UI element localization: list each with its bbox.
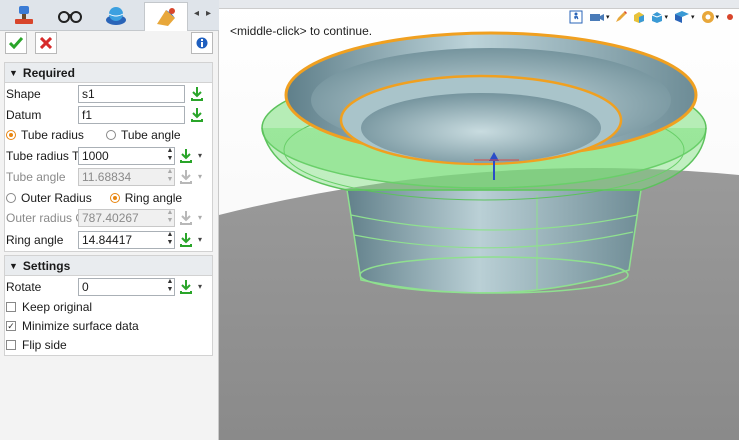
shape-field[interactable]: s1 xyxy=(78,85,185,103)
ring-option-row: Outer Radius Ring angle xyxy=(6,188,182,208)
tube-option-row: Tube radius Tube angle xyxy=(6,125,181,145)
settings-gear-icon[interactable] xyxy=(701,10,715,24)
chevron-down-icon: ▾ xyxy=(198,172,203,181)
3d-viewport[interactable]: <middle-click> to continue. ▾ ▾ ▾ ▾ xyxy=(219,0,739,440)
outer-radius-option[interactable]: Outer Radius xyxy=(21,191,92,205)
ring-angle-radio[interactable] xyxy=(109,193,120,203)
collapse-triangle-icon: ▼ xyxy=(9,67,18,78)
pick-arrow-icon[interactable] xyxy=(179,279,193,295)
rotate-row: Rotate xyxy=(6,277,41,297)
tube-angle-option[interactable]: Tube angle xyxy=(121,128,181,142)
outer-radius-row: Outer radius O xyxy=(6,208,85,228)
tube-angle-field: 11.68834 xyxy=(78,168,175,186)
datum-label: Datum xyxy=(6,108,42,122)
shape-row: Shape xyxy=(6,84,41,104)
more-tools-icon[interactable] xyxy=(725,10,735,24)
tube-angle-radio[interactable] xyxy=(105,130,116,140)
cancel-button[interactable] xyxy=(35,32,57,54)
flip-side-row: Flip side xyxy=(6,335,67,355)
datum-row: Datum xyxy=(6,105,41,125)
shape-modeling-icon xyxy=(157,8,175,26)
ring-angle-label: Ring angle xyxy=(6,233,64,247)
chevron-down-icon[interactable]: ▾ xyxy=(198,282,202,291)
feature-panel: ◂ ▸ ▼ Required Shape s1 Datum f1 Tube rad… xyxy=(0,0,219,440)
shaded-cube-icon[interactable] xyxy=(632,10,646,24)
shape-label: Shape xyxy=(6,87,41,101)
tab-render[interactable] xyxy=(94,2,138,30)
flip-side-checkbox[interactable] xyxy=(6,340,16,350)
tab-scroll-right-icon[interactable]: ▸ xyxy=(206,8,211,19)
cube-icon[interactable] xyxy=(650,10,664,24)
tube-radius-option[interactable]: Tube radius xyxy=(21,128,84,142)
view-toolbar: ▾ ▾ ▾ ▾ xyxy=(569,8,735,26)
tube-angle-spinner: ▲ ▼ xyxy=(166,168,174,183)
tube-radius-label: Tube radius T xyxy=(6,149,80,163)
tube-angle-row: Tube angle xyxy=(6,167,66,187)
ring-angle-option[interactable]: Ring angle xyxy=(125,191,182,205)
chevron-down-icon[interactable]: ▾ xyxy=(716,13,720,21)
chevron-down-icon[interactable]: ▾ xyxy=(691,13,695,21)
info-button[interactable] xyxy=(191,32,213,54)
keep-original-checkbox[interactable] xyxy=(6,302,16,312)
ring-angle-spinner[interactable]: ▲ ▼ xyxy=(165,231,175,249)
outer-radius-label: Outer radius O xyxy=(6,211,85,225)
info-icon xyxy=(196,37,208,49)
globe-icon xyxy=(106,7,126,25)
collapse-triangle-icon: ▼ xyxy=(9,260,18,271)
tab-view[interactable] xyxy=(48,2,92,30)
settings-header[interactable]: ▼ Settings xyxy=(5,256,212,276)
pick-arrow-icon[interactable] xyxy=(190,107,204,123)
pick-arrow-icon[interactable] xyxy=(179,232,193,248)
pick-arrow-icon xyxy=(180,211,192,225)
ok-button[interactable] xyxy=(5,32,27,54)
pencil-icon[interactable] xyxy=(614,10,628,24)
tube-radius-spinner[interactable]: ▲ ▼ xyxy=(165,147,175,165)
display-mode-icon[interactable] xyxy=(674,10,690,24)
flip-side-label[interactable]: Flip side xyxy=(22,338,67,352)
pick-arrow-icon[interactable] xyxy=(190,86,204,102)
tube-radius-field[interactable]: 1000 xyxy=(78,147,175,165)
pick-arrow-icon[interactable] xyxy=(179,148,193,164)
ring-angle-field[interactable]: 14.84417 xyxy=(78,231,175,249)
tab-stamp[interactable] xyxy=(2,2,46,30)
chevron-down-icon: ▾ xyxy=(198,213,203,222)
pick-arrow-icon xyxy=(180,170,192,184)
keep-original-label[interactable]: Keep original xyxy=(22,300,92,314)
chevron-down-icon[interactable]: ▾ xyxy=(198,235,202,244)
chevron-down-icon[interactable]: ▾ xyxy=(198,151,202,160)
tube-radius-row: Tube radius T xyxy=(6,146,79,166)
checkmark-icon xyxy=(9,37,23,49)
action-bar xyxy=(0,30,219,58)
keep-original-row: Keep original xyxy=(6,297,92,317)
viewport-hint: <middle-click> to continue. xyxy=(230,24,373,38)
rotate-field[interactable]: 0 xyxy=(78,278,175,296)
tab-scroll-left-icon[interactable]: ◂ xyxy=(194,8,199,19)
chevron-down-icon[interactable]: ▾ xyxy=(606,13,610,21)
glasses-icon xyxy=(58,11,82,23)
tube-angle-label: Tube angle xyxy=(6,170,66,184)
outer-radius-field: 787.40267 xyxy=(78,209,175,227)
required-header[interactable]: ▼ Required xyxy=(5,63,212,83)
minimize-surface-label[interactable]: Minimize surface data xyxy=(22,319,139,333)
rotate-label: Rotate xyxy=(6,280,42,294)
camera-icon[interactable] xyxy=(589,10,605,24)
outer-radius-radio[interactable] xyxy=(6,193,16,203)
tab-shape[interactable] xyxy=(144,2,188,31)
rotate-spinner[interactable]: ▲ ▼ xyxy=(165,278,175,296)
walk-icon[interactable] xyxy=(569,10,583,24)
ring-angle-row: Ring angle xyxy=(6,230,63,250)
outer-radius-spinner: ▲ ▼ xyxy=(166,209,174,224)
minimize-surface-row: ✓ Minimize surface data xyxy=(6,316,139,336)
close-icon xyxy=(40,37,52,49)
stamp-tool-icon xyxy=(15,6,33,24)
panel-tabs: ◂ ▸ xyxy=(0,0,219,31)
tube-radius-radio[interactable] xyxy=(6,130,16,140)
chevron-down-icon[interactable]: ▾ xyxy=(665,13,669,21)
datum-field[interactable]: f1 xyxy=(78,106,185,124)
minimize-surface-checkbox[interactable]: ✓ xyxy=(6,321,16,331)
scene-canvas[interactable] xyxy=(219,0,739,440)
